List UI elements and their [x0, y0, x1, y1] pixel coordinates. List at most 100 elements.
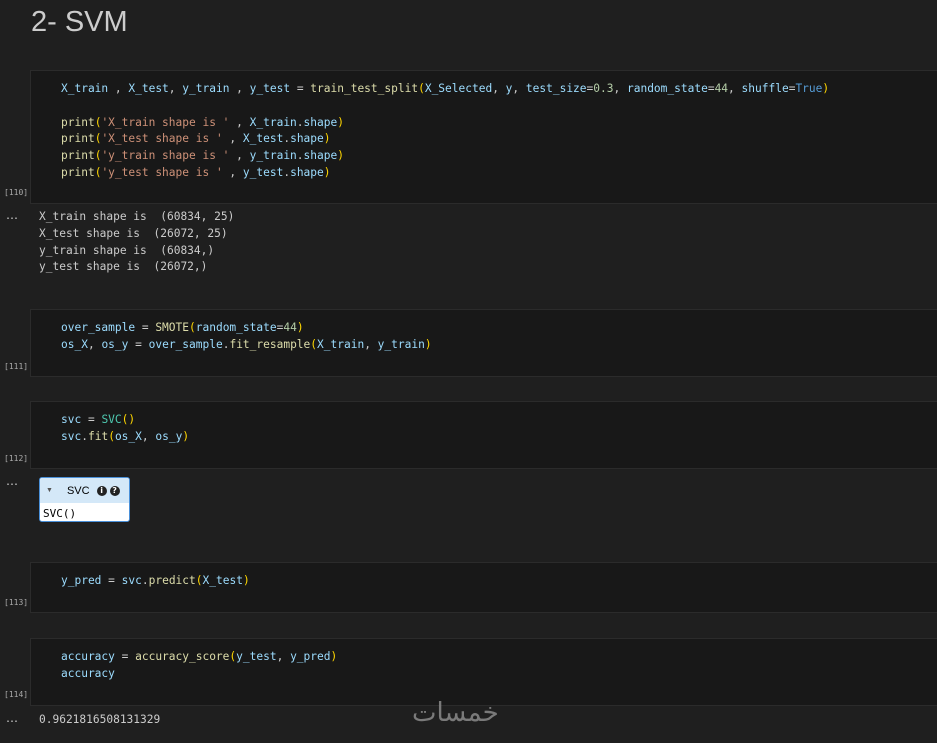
code-token: y_train: [377, 337, 425, 351]
code-token: X_test: [202, 574, 243, 587]
code-token: ,: [229, 115, 250, 129]
code-token: ): [424, 337, 432, 351]
code-token: os_y: [155, 429, 183, 443]
code-token: 0.3: [593, 82, 614, 95]
code-editor[interactable]: y_pred = svc.predict(X_test): [61, 573, 250, 590]
code-token: svc: [121, 574, 142, 587]
code-line: over_sample = SMOTE(random_state=44): [61, 321, 304, 334]
code-token: True: [795, 82, 823, 95]
code-token: ,: [222, 132, 243, 146]
code-token: svc: [61, 429, 82, 443]
output-more-icon[interactable]: …: [6, 711, 18, 725]
estimator-name: SVC: [66, 484, 90, 497]
code-editor[interactable]: over_sample = SMOTE(random_state = 44) os_…: [61, 320, 432, 354]
code-token: fit: [87, 429, 109, 443]
code-token: ): [182, 429, 190, 443]
code-token: ): [337, 149, 344, 163]
code-token: test_size: [525, 82, 587, 95]
code-token: print: [61, 115, 95, 129]
estimator-header[interactable]: ▼ SVC i ?: [40, 478, 129, 503]
code-line: svc = SVC(): [61, 413, 135, 426]
code-token: .: [296, 149, 304, 163]
code-token: accuracy: [61, 650, 115, 663]
exec-count: [112]: [4, 454, 29, 463]
code-token: =: [290, 82, 311, 95]
estimator-repr: SVC(): [43, 506, 77, 520]
code-token: y_pred: [290, 650, 331, 663]
code-token: ): [323, 132, 331, 146]
triangle-down-icon[interactable]: ▼: [46, 487, 53, 494]
code-token: ,: [168, 82, 183, 95]
code-token: ,: [229, 82, 250, 95]
code-cell-111[interactable]: over_sample = SMOTE(random_state = 44) os_…: [30, 309, 937, 377]
code-token: ,: [141, 429, 156, 443]
code-token: 44: [283, 321, 297, 334]
code-token: shape: [290, 132, 324, 146]
code-token: y_test: [242, 165, 284, 179]
code-editor[interactable]: accuracy = accuracy_score(y_test, y_pred…: [61, 649, 337, 683]
code-token: 'X_test shape is ': [101, 132, 223, 146]
code-token: ,: [728, 82, 742, 95]
code-token: print: [61, 165, 95, 179]
code-token: ,: [613, 82, 627, 95]
code-token: =: [135, 321, 156, 334]
code-token: ,: [364, 337, 378, 351]
estimator-widget[interactable]: ▼ SVC i ? SVC(): [39, 477, 130, 522]
code-line: svc.fit(os_X, os_y): [61, 430, 189, 443]
code-token: X_Selected: [424, 82, 493, 95]
code-token: (: [189, 321, 196, 334]
code-cell-114[interactable]: accuracy = accuracy_score(y_test, y_pred…: [30, 638, 937, 706]
code-token: =: [101, 574, 122, 587]
code-token: (: [108, 429, 115, 443]
code-line: os_X, os_y = over_sample.fit_resample(X_…: [61, 338, 432, 351]
code-token: X_train: [317, 337, 365, 351]
code-line: accuracy = accuracy_score(y_test, y_pred…: [61, 650, 337, 663]
code-line: y_pred = svc.predict(X_test): [61, 574, 250, 587]
code-token: ): [337, 115, 344, 129]
code-cell-112[interactable]: svc = SVC() svc.fit(os_X, os_y): [30, 401, 937, 469]
output-more-icon[interactable]: …: [6, 474, 18, 488]
code-token: ,: [276, 650, 291, 663]
code-token: ,: [229, 149, 250, 163]
code-token: ): [822, 82, 830, 95]
code-line: X_train , X_test, y_train , y_test = tra…: [61, 82, 829, 95]
code-token: =: [81, 413, 102, 426]
code-token: accuracy_score: [135, 650, 230, 663]
code-token: ): [242, 574, 250, 587]
code-line: print('X_train shape is ' , X_train.shap…: [61, 116, 344, 129]
code-token: ,: [108, 82, 129, 95]
code-editor[interactable]: X_train , X_test, y_train , y_test = tra…: [61, 81, 829, 182]
code-token: 44: [714, 82, 729, 95]
section-heading: 2- SVM: [31, 6, 128, 38]
code-cell-110[interactable]: X_train , X_test, y_train , y_test = tra…: [30, 70, 937, 204]
code-token: SVC: [101, 413, 122, 426]
code-token: SMOTE: [155, 321, 189, 334]
code-token: X_train: [61, 82, 109, 95]
code-token: ,: [512, 82, 526, 95]
code-token: .: [81, 429, 88, 443]
cell-output-text: X_train shape is (60834, 25) X_test shap…: [39, 210, 235, 274]
exec-count: [113]: [4, 598, 29, 607]
code-token: (: [195, 574, 203, 587]
code-editor[interactable]: svc = SVC() svc.fit(os_X, os_y): [61, 412, 189, 446]
code-token: train_test_split: [310, 82, 419, 95]
code-token: X_train: [249, 115, 297, 129]
code-cell-113[interactable]: y_pred = svc.predict(X_test): [30, 562, 937, 613]
help-icon[interactable]: ?: [109, 485, 120, 496]
code-token: print: [61, 132, 95, 146]
code-token: fit_resample: [229, 337, 311, 351]
code-token: =: [707, 82, 715, 95]
code-token: os_X: [61, 337, 88, 351]
code-token: y_train: [182, 82, 230, 95]
code-token: os_y: [101, 337, 129, 351]
output-more-icon[interactable]: …: [6, 208, 18, 222]
code-line: print('y_train shape is ' , y_train.shap…: [61, 149, 344, 162]
code-token: ): [330, 650, 338, 663]
code-token: shape: [303, 149, 338, 163]
code-token: .: [141, 574, 149, 587]
info-icon[interactable]: i: [96, 485, 107, 496]
code-token: shape: [303, 115, 338, 129]
code-token: =: [114, 650, 136, 663]
code-token: predict: [148, 574, 196, 587]
code-line: accuracy: [61, 667, 115, 680]
